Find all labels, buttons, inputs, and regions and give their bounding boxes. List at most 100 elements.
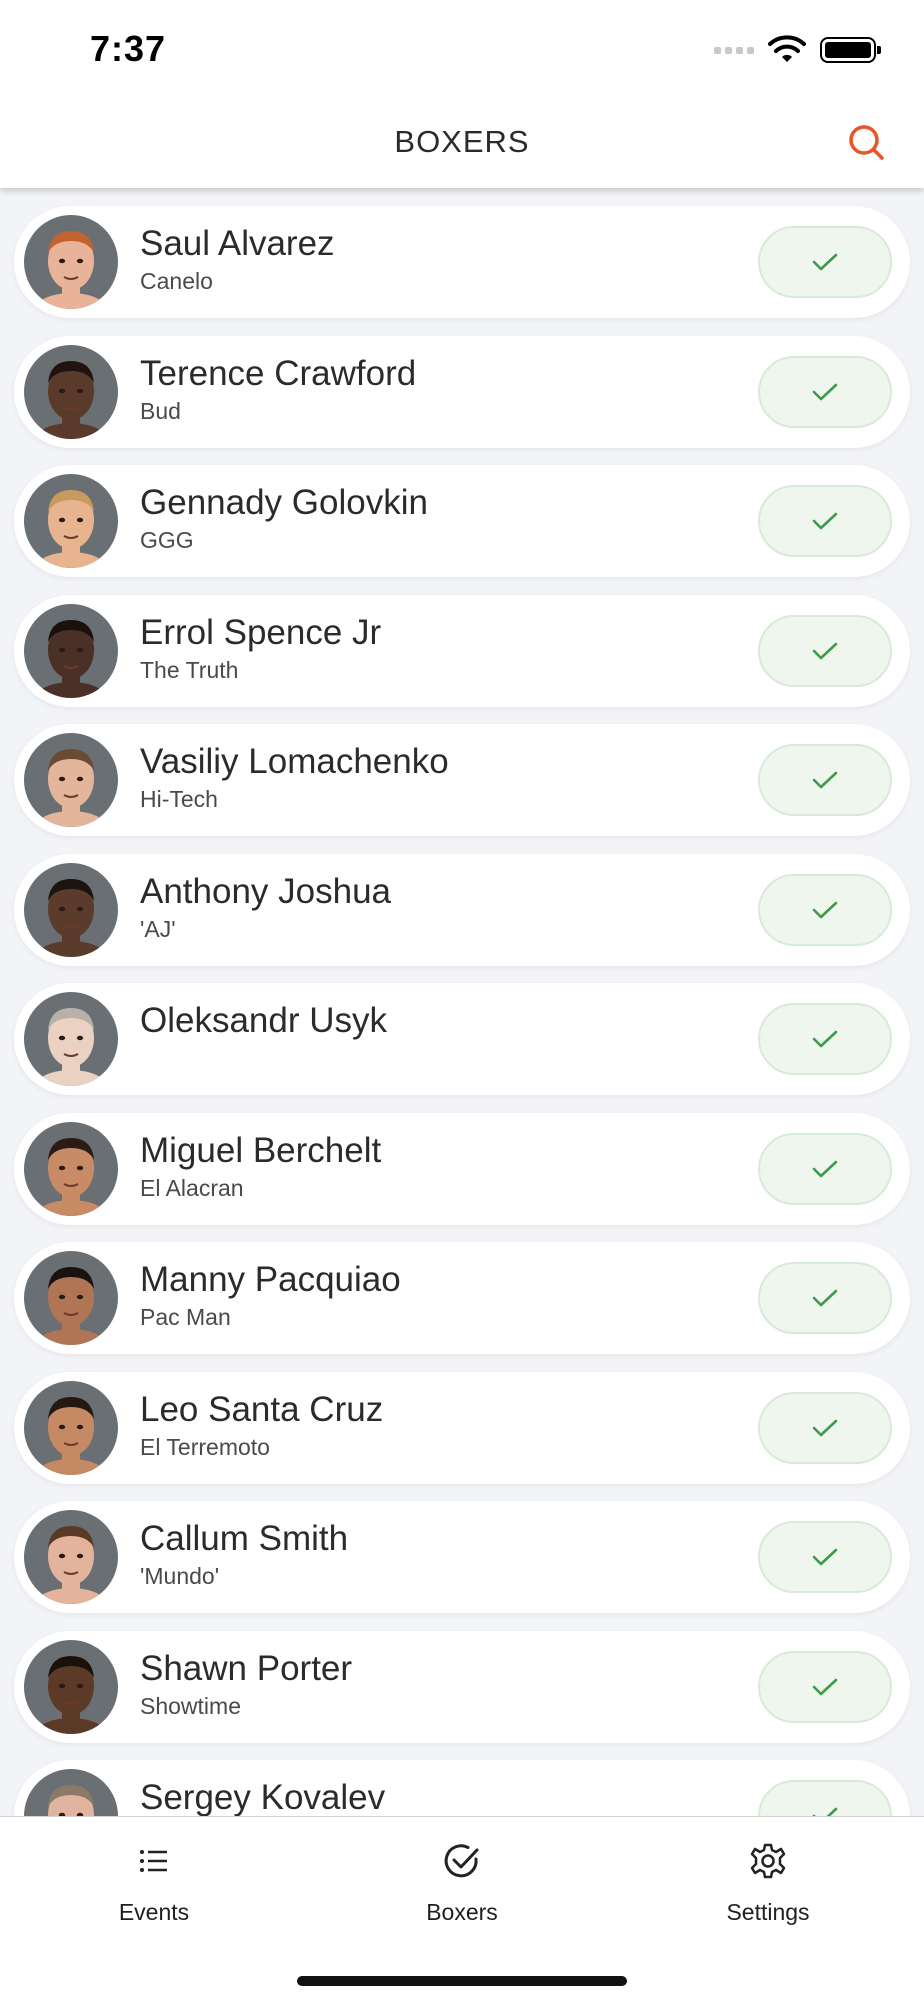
checkmark-icon: [812, 1419, 838, 1436]
boxer-avatar: [24, 215, 118, 309]
check-circle-icon: [444, 1844, 479, 1878]
boxer-name: Miguel Berchelt: [140, 1130, 382, 1170]
tab-settings[interactable]: Settings: [668, 1841, 868, 1926]
checkmark-icon: [812, 512, 838, 530]
checkmark-icon: [812, 1678, 838, 1695]
boxer-nickname: 'AJ': [140, 915, 176, 942]
boxer-portrait-image: [24, 733, 118, 827]
boxer-avatar: [24, 1121, 118, 1216]
wifi-icon: [768, 35, 806, 62]
boxer-card[interactable]: Terence Crawford Bud: [14, 335, 910, 448]
boxer-card[interactable]: Miguel Berchelt El Alacran: [14, 1112, 910, 1225]
boxer-nickname: El Terremoto: [140, 1433, 270, 1460]
boxer-nickname: Canelo: [140, 268, 213, 294]
follow-toggle-button[interactable]: [758, 1262, 892, 1334]
boxer-avatar: [24, 862, 118, 957]
boxer-portrait-image: [24, 474, 118, 568]
boxer-card[interactable]: Oleksandr Usyk: [14, 983, 910, 1095]
boxer-nickname: El Alacran: [140, 1174, 244, 1201]
checkmark-icon: [812, 642, 838, 659]
boxer-avatar: [24, 733, 118, 827]
battery-icon: [820, 37, 881, 63]
boxer-name: Saul Alvarez: [140, 224, 335, 263]
tab-events-label: Events: [118, 1899, 190, 1925]
boxer-card[interactable]: Manny Pacquiao Pac Man: [14, 1242, 910, 1354]
status-time: 7:37: [90, 28, 167, 69]
boxer-avatar: [24, 1639, 118, 1734]
follow-toggle-button[interactable]: [758, 355, 892, 428]
boxer-avatar: [24, 1510, 118, 1604]
tab-events[interactable]: Events: [54, 1841, 254, 1926]
follow-toggle-button[interactable]: [758, 1650, 892, 1723]
status-icons: [714, 30, 881, 70]
boxer-nickname: Showtime: [140, 1692, 241, 1719]
checkmark-icon: [812, 253, 838, 271]
checkmark-icon: [812, 771, 838, 789]
tab-boxers[interactable]: Boxers: [362, 1841, 562, 1926]
boxer-avatar: [24, 1769, 118, 1816]
follow-toggle-button[interactable]: [758, 873, 892, 946]
boxer-portrait-image: [24, 1769, 118, 1816]
boxer-card[interactable]: Sergey Kovalev: [14, 1760, 910, 1816]
boxer-portrait-image: [24, 1121, 118, 1216]
boxer-name: Anthony Joshua: [140, 871, 392, 911]
boxer-name: Terence Crawford: [140, 353, 417, 393]
follow-toggle-button[interactable]: [758, 1521, 892, 1593]
boxer-avatar: [24, 1380, 118, 1475]
list-icon: [140, 1850, 167, 1872]
boxer-card[interactable]: Callum Smith 'Mundo': [14, 1501, 910, 1613]
boxer-name: Gennady Golovkin: [140, 483, 428, 522]
search-button[interactable]: [846, 122, 886, 162]
follow-toggle-button[interactable]: [758, 1780, 892, 1816]
top-bar: 7:37 BOXERS: [0, 0, 924, 188]
boxer-card[interactable]: Errol Spence Jr The Truth: [14, 594, 910, 707]
boxer-nickname: The Truth: [140, 656, 239, 683]
boxer-name: Errol Spence Jr: [140, 612, 382, 652]
boxer-portrait-image: [24, 1380, 118, 1475]
boxer-portrait-image: [24, 1639, 118, 1734]
boxer-portrait-image: [24, 862, 118, 957]
boxer-portrait-image: [24, 215, 118, 309]
boxer-name: Vasiliy Lomachenko: [140, 742, 449, 781]
boxer-nickname: 'Mundo': [140, 1563, 220, 1589]
boxer-card[interactable]: Leo Santa Cruz El Terremoto: [14, 1371, 910, 1484]
boxer-name: Sergey Kovalev: [140, 1778, 386, 1816]
boxer-list[interactable]: Saul Alvarez Canelo Terence Crawford Bud Gen…: [0, 188, 924, 1816]
boxer-avatar: [24, 1251, 118, 1345]
boxer-avatar: [24, 992, 118, 1086]
boxer-nickname: Pac Man: [140, 1304, 231, 1330]
checkmark-icon: [812, 1289, 838, 1307]
boxer-portrait-image: [24, 1251, 118, 1345]
gear-icon: [750, 1843, 786, 1879]
follow-toggle-button[interactable]: [758, 226, 892, 298]
follow-toggle-button[interactable]: [758, 1391, 892, 1464]
boxer-nickname: GGG: [140, 527, 194, 553]
tab-bar: Events Boxers Settings: [0, 1816, 924, 2000]
home-indicator: [297, 1976, 627, 1986]
checkmark-icon: [812, 1160, 838, 1177]
boxer-name: Callum Smith: [140, 1519, 349, 1558]
follow-toggle-button[interactable]: [758, 1003, 892, 1075]
checkmark-icon: [812, 1807, 838, 1816]
follow-toggle-button[interactable]: [758, 614, 892, 687]
boxer-portrait-image: [24, 344, 118, 439]
boxer-card[interactable]: Vasiliy Lomachenko Hi-Tech: [14, 724, 910, 836]
follow-toggle-button[interactable]: [758, 1132, 892, 1205]
boxer-card[interactable]: Gennady Golovkin GGG: [14, 465, 910, 577]
boxer-card[interactable]: Anthony Joshua 'AJ': [14, 853, 910, 966]
tab-boxers-label: Boxers: [426, 1899, 498, 1925]
follow-toggle-button[interactable]: [758, 744, 892, 816]
boxer-nickname: Bud: [140, 397, 181, 424]
search-icon: [849, 125, 884, 160]
boxer-name: Manny Pacquiao: [140, 1260, 401, 1299]
checkmark-icon: [812, 1030, 838, 1048]
checkmark-icon: [812, 901, 838, 918]
boxer-avatar: [24, 344, 118, 439]
page-title: BOXERS: [394, 124, 530, 159]
boxer-card[interactable]: Saul Alvarez Canelo: [14, 206, 910, 318]
follow-toggle-button[interactable]: [758, 485, 892, 557]
boxer-card[interactable]: Shawn Porter Showtime: [14, 1630, 910, 1743]
boxer-name: Leo Santa Cruz: [140, 1389, 384, 1429]
boxer-portrait-image: [24, 992, 118, 1086]
boxer-avatar: [24, 474, 118, 568]
